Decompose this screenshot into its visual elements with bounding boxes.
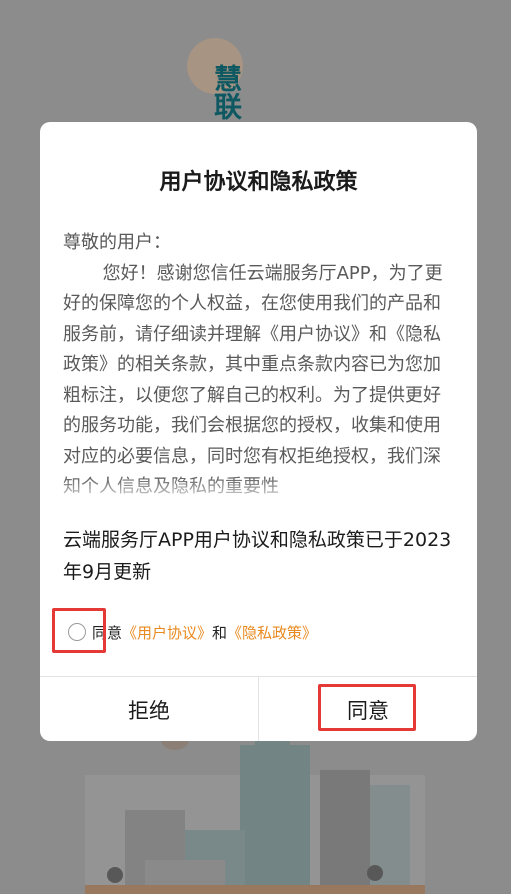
consent-row: 同意 《用户协议》 和 《隐私政策》 xyxy=(68,620,317,644)
agree-button[interactable]: 同意 xyxy=(258,677,477,741)
dialog-title: 用户协议和隐私政策 xyxy=(159,170,358,195)
consent-radio[interactable] xyxy=(68,623,86,641)
agreement-text-scroll[interactable]: 尊敬的用户： 您好！感谢您信任云端服务厅APP，为了更好的保障您的个人权益，在您… xyxy=(63,228,454,504)
agreement-body-text: 您好！感谢您信任云端服务厅APP，为了更好的保障您的个人权益，在您使用我们的产品… xyxy=(63,262,443,498)
app-logo-text: 慧联 xyxy=(210,64,243,120)
greeting-text: 尊敬的用户： xyxy=(63,232,171,253)
update-note: 云端服务厅APP用户协议和隐私政策已于2023年9月更新 xyxy=(63,529,452,583)
consent-and: 和 xyxy=(212,623,228,642)
privacy-dialog: 用户协议和隐私政策 尊敬的用户： 您好！感谢您信任云端服务厅APP，为了更好的保… xyxy=(40,122,477,741)
dialog-button-row: 拒绝 同意 xyxy=(40,676,477,741)
user-agreement-link[interactable]: 《用户协议》 xyxy=(122,622,212,643)
consent-prefix: 同意 xyxy=(92,623,123,642)
privacy-policy-link[interactable]: 《隐私政策》 xyxy=(227,622,317,643)
scroll-fade xyxy=(63,476,454,504)
reject-button[interactable]: 拒绝 xyxy=(40,677,258,741)
city-illustration xyxy=(85,725,425,894)
